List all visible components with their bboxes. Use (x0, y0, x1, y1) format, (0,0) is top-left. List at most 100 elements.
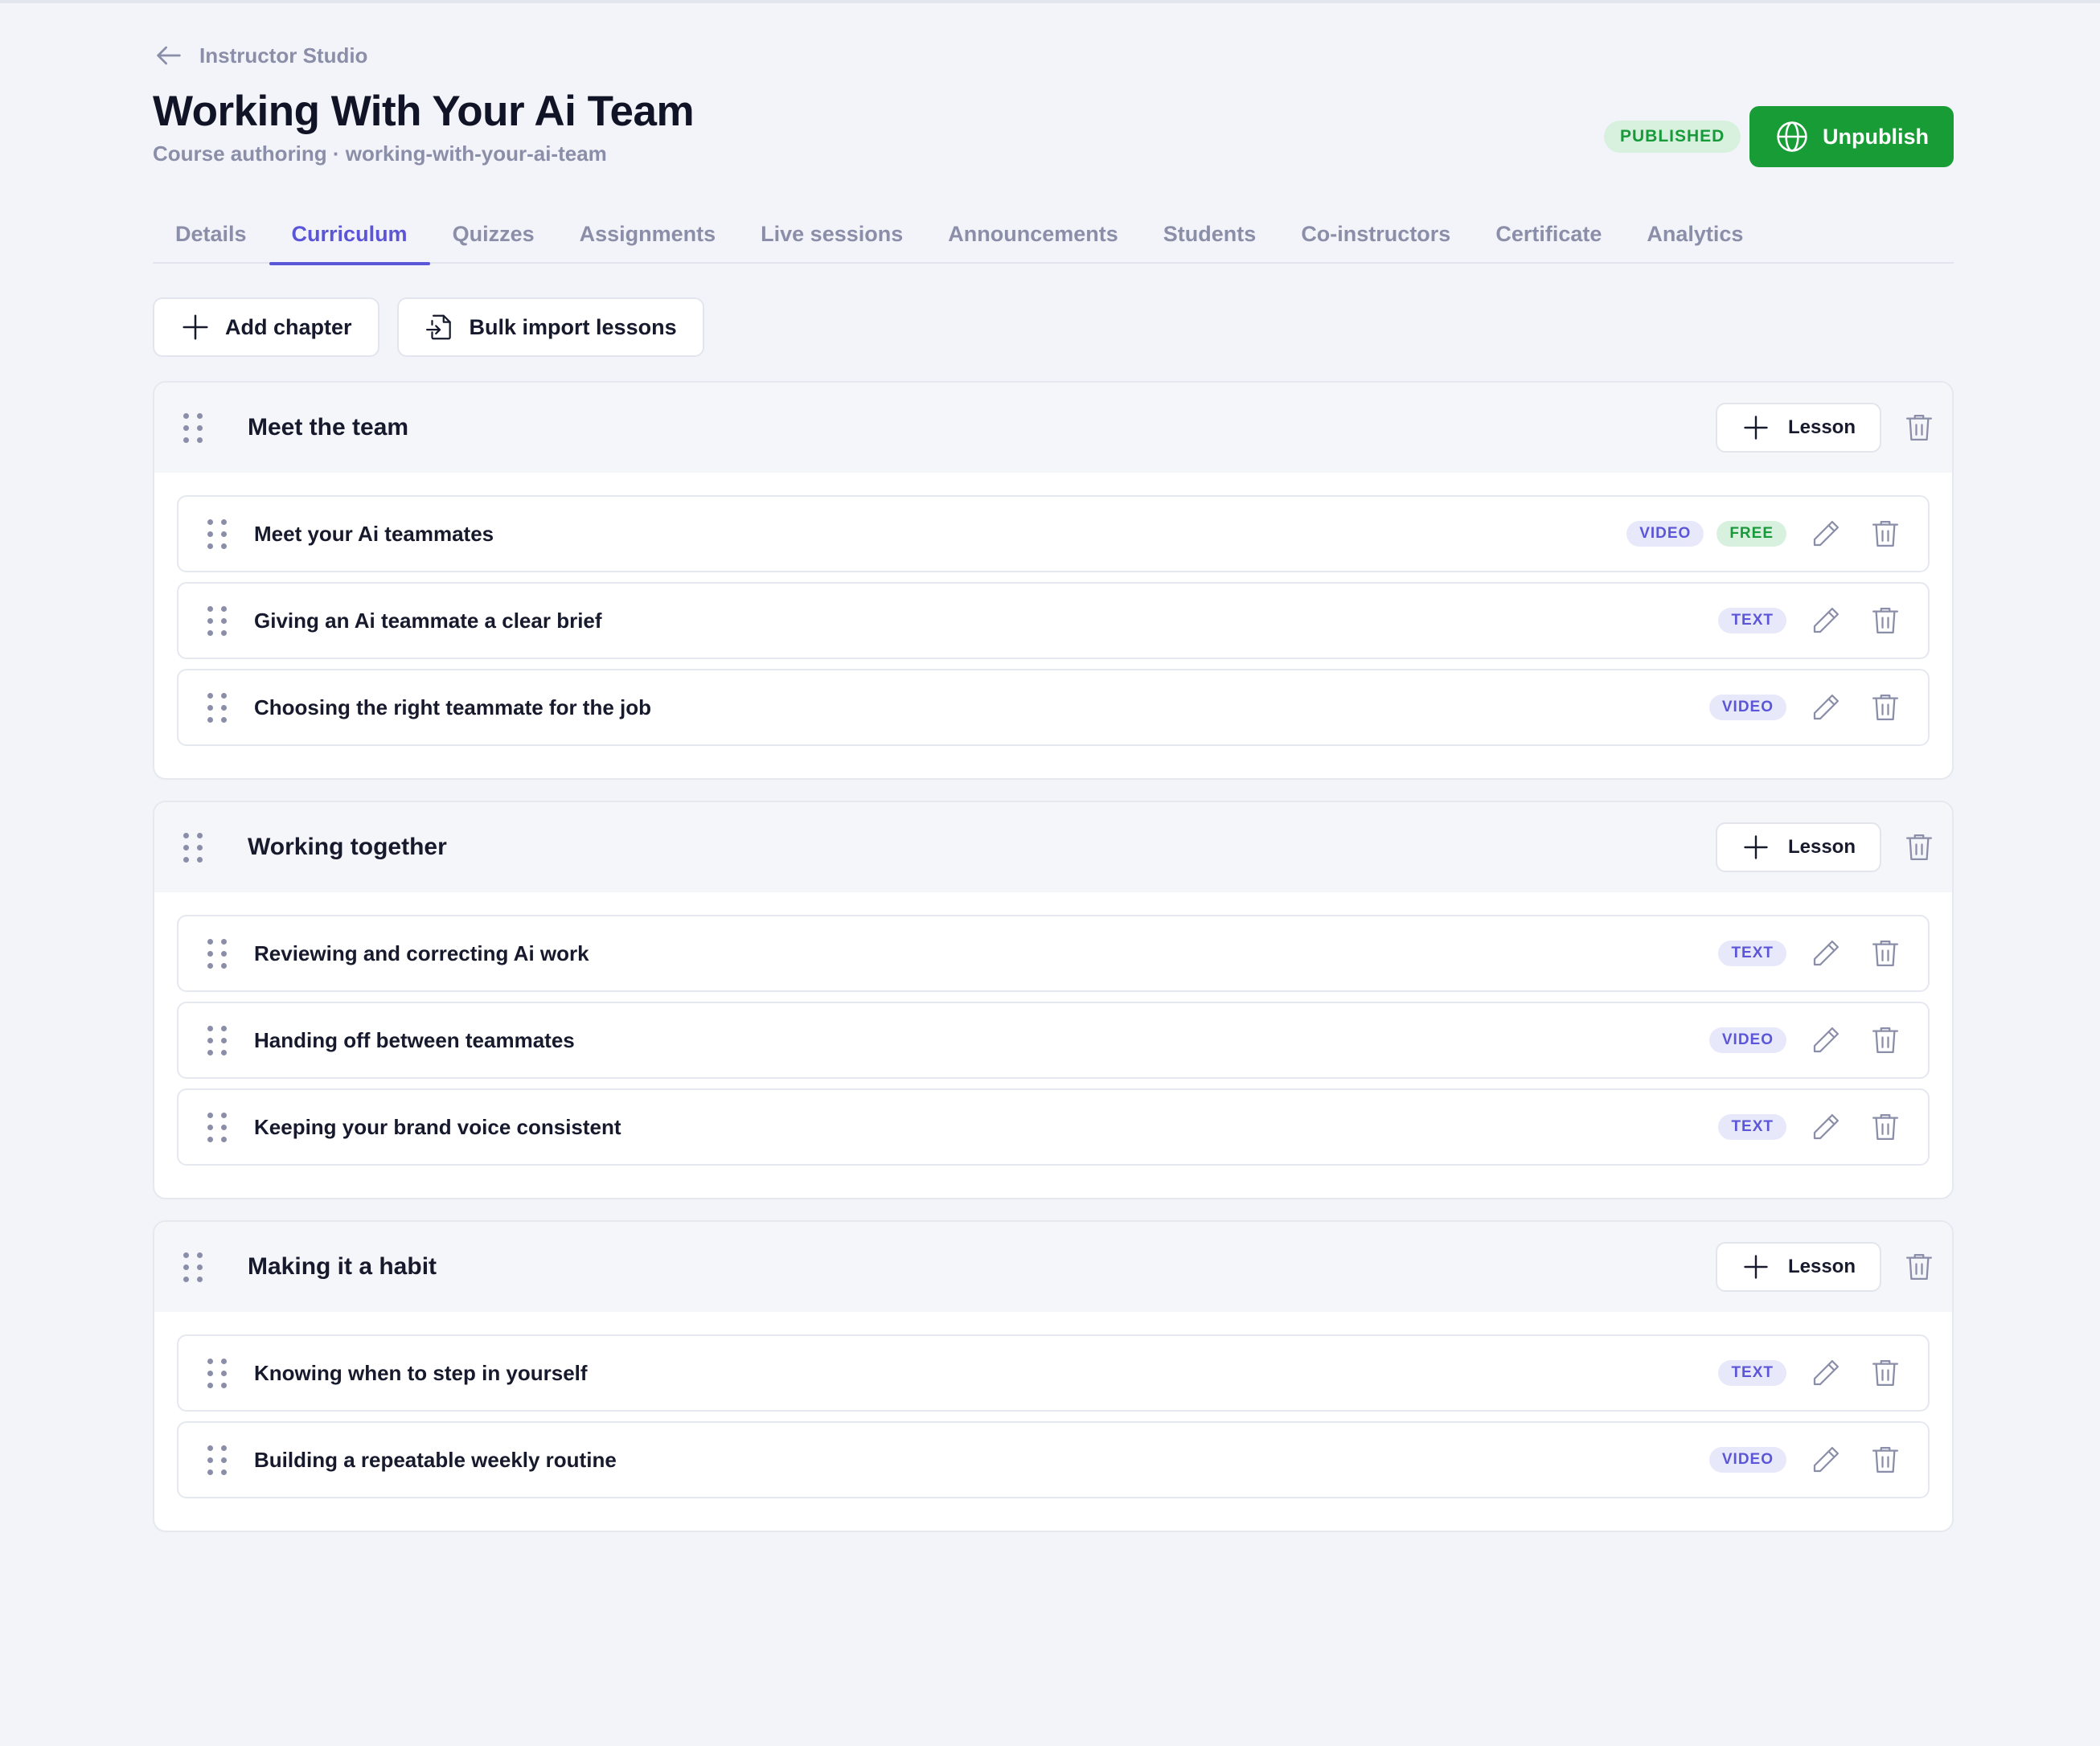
drag-handle-icon[interactable] (207, 518, 228, 550)
tab-certificate[interactable]: Certificate (1473, 204, 1624, 264)
pencil-icon (1813, 940, 1840, 966)
lesson-type-badge: VIDEO (1708, 1027, 1786, 1053)
drag-handle-icon[interactable] (207, 1111, 228, 1143)
chapter-header: Working together Lesson (154, 802, 1952, 892)
tab-assignments[interactable]: Assignments (557, 204, 739, 264)
lesson-row[interactable]: Choosing the right teammate for the job V… (177, 669, 1930, 746)
drag-handle-icon[interactable] (207, 937, 228, 969)
tab-details[interactable]: Details (153, 204, 269, 264)
tab-bar: Details Curriculum Quizzes Assignments Live … (153, 204, 1954, 265)
bulk-import-button[interactable]: Bulk import lessons (396, 297, 704, 357)
pencil-icon (1813, 607, 1840, 633)
add-lesson-button[interactable]: Lesson (1715, 822, 1881, 872)
delete-lesson-button[interactable] (1867, 689, 1904, 726)
page-title: Working With Your Ai Team (153, 88, 695, 135)
edit-lesson-button[interactable] (1807, 689, 1844, 726)
unpublish-button-label: Unpublish (1823, 124, 1929, 149)
edit-lesson-button[interactable] (1807, 602, 1844, 639)
edit-lesson-button[interactable] (1807, 1441, 1844, 1478)
add-lesson-button[interactable]: Lesson (1715, 1242, 1881, 1292)
lesson-list: Reviewing and correcting Ai work TEXT Hand… (154, 892, 1952, 1198)
tab-live-sessions[interactable]: Live sessions (738, 204, 925, 264)
delete-lesson-button[interactable] (1867, 1022, 1904, 1059)
lesson-type-badge: VIDEO (1626, 521, 1704, 547)
edit-lesson-button[interactable] (1807, 1355, 1844, 1391)
delete-chapter-button[interactable] (1901, 829, 1938, 866)
tab-quizzes[interactable]: Quizzes (430, 204, 557, 264)
lesson-title: Building a repeatable weekly routine (254, 1447, 617, 1472)
lesson-type-badge: TEXT (1718, 941, 1786, 966)
tab-students[interactable]: Students (1141, 204, 1279, 264)
lesson-row[interactable]: Handing off between teammates VIDEO (177, 1002, 1930, 1079)
add-chapter-button[interactable]: Add chapter (153, 297, 379, 357)
lesson-title: Knowing when to step in yourself (254, 1360, 588, 1385)
trash-icon (1905, 834, 1933, 861)
trash-icon (1872, 1113, 1899, 1141)
lesson-title: Reviewing and correcting Ai work (254, 941, 589, 965)
tab-curriculum[interactable]: Curriculum (269, 204, 430, 265)
pencil-icon (1813, 1113, 1840, 1140)
page-subtitle: Course authoring · working-with-your-ai-… (153, 141, 607, 166)
chapter-list: Meet the team Lesson Meet your Ai teammate… (153, 381, 1954, 1553)
drag-handle-icon[interactable] (183, 831, 204, 863)
delete-chapter-button[interactable] (1901, 1248, 1938, 1285)
lesson-title: Giving an Ai teammate a clear brief (254, 608, 602, 633)
trash-icon (1872, 694, 1899, 721)
pencil-icon (1813, 1446, 1840, 1473)
drag-handle-icon[interactable] (207, 1024, 228, 1056)
delete-lesson-button[interactable] (1867, 515, 1904, 552)
add-lesson-button[interactable]: Lesson (1715, 403, 1881, 453)
plus-icon (183, 314, 208, 340)
trash-icon (1872, 1446, 1899, 1473)
delete-lesson-button[interactable] (1867, 602, 1904, 639)
delete-lesson-button[interactable] (1867, 1109, 1904, 1146)
edit-lesson-button[interactable] (1807, 935, 1844, 972)
drag-handle-icon[interactable] (183, 1251, 204, 1283)
lesson-type-badge: TEXT (1718, 1360, 1786, 1386)
plus-icon (1744, 416, 1768, 440)
drag-handle-icon[interactable] (183, 412, 204, 444)
edit-lesson-button[interactable] (1807, 515, 1844, 552)
delete-chapter-button[interactable] (1901, 409, 1938, 446)
pencil-icon (1813, 694, 1840, 720)
trash-icon (1905, 414, 1933, 441)
edit-lesson-button[interactable] (1807, 1109, 1844, 1146)
lesson-type-badge: TEXT (1718, 1114, 1786, 1140)
lesson-row[interactable]: Knowing when to step in yourself TEXT (177, 1334, 1930, 1412)
drag-handle-icon[interactable] (207, 605, 228, 637)
back-link[interactable]: Instructor Studio (153, 39, 367, 72)
lesson-list: Meet your Ai teammates VIDEO FREE Giving an… (154, 473, 1952, 778)
pencil-icon (1813, 1027, 1840, 1053)
trash-icon (1872, 1359, 1899, 1387)
lesson-row[interactable]: Keeping your brand voice consistent TEXT (177, 1088, 1930, 1166)
tab-announcements[interactable]: Announcements (925, 204, 1141, 264)
back-link-label: Instructor Studio (199, 43, 368, 68)
trash-icon (1872, 1027, 1899, 1054)
edit-lesson-button[interactable] (1807, 1022, 1844, 1059)
tab-co-instructors[interactable]: Co-instructors (1278, 204, 1473, 264)
chapter-card: Meet the team Lesson Meet your Ai teammate… (153, 381, 1954, 780)
add-lesson-label: Lesson (1787, 836, 1856, 858)
lesson-title: Meet your Ai teammates (254, 521, 494, 546)
add-lesson-label: Lesson (1787, 416, 1856, 438)
unpublish-button[interactable]: Unpublish (1749, 106, 1954, 167)
lesson-row[interactable]: Building a repeatable weekly routine VIDE… (177, 1421, 1930, 1498)
lesson-title: Choosing the right teammate for the job (254, 695, 652, 719)
arrow-left-icon (157, 46, 181, 65)
lesson-type-badge: VIDEO (1708, 1447, 1786, 1473)
delete-lesson-button[interactable] (1867, 1441, 1904, 1478)
delete-lesson-button[interactable] (1867, 935, 1904, 972)
drag-handle-icon[interactable] (207, 1444, 228, 1476)
lesson-title: Handing off between teammates (254, 1027, 575, 1052)
delete-lesson-button[interactable] (1867, 1355, 1904, 1391)
lesson-row[interactable]: Reviewing and correcting Ai work TEXT (177, 915, 1930, 992)
drag-handle-icon[interactable] (207, 1357, 228, 1389)
drag-handle-icon[interactable] (207, 691, 228, 723)
free-badge: FREE (1717, 521, 1786, 547)
lesson-row[interactable]: Meet your Ai teammates VIDEO FREE (177, 495, 1930, 572)
trash-icon (1872, 940, 1899, 967)
tab-analytics[interactable]: Analytics (1624, 204, 1766, 264)
lesson-row[interactable]: Giving an Ai teammate a clear brief TEXT (177, 582, 1930, 659)
chapter-header: Meet the team Lesson (154, 383, 1952, 473)
curriculum-toolbar: Add chapter Bulk import lessons (153, 297, 704, 357)
